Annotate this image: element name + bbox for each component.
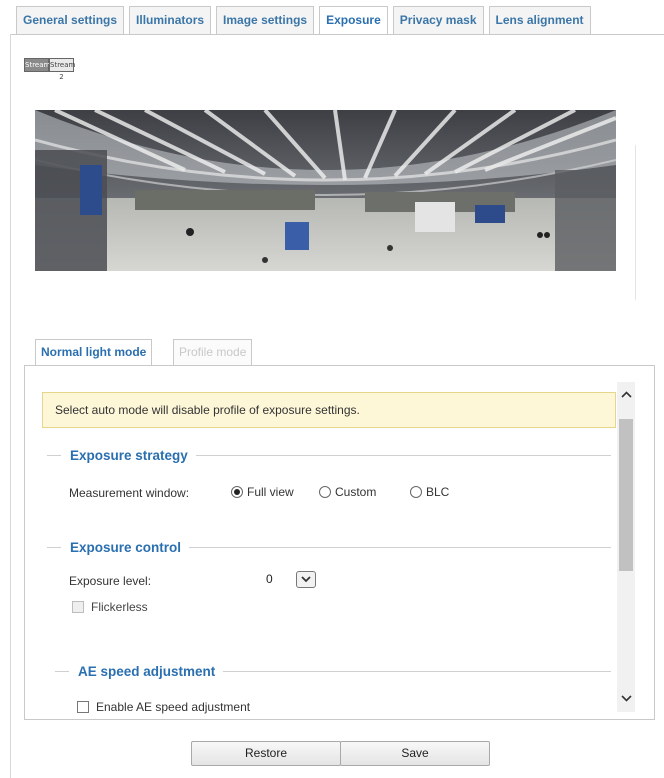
exposure-strategy-title: Exposure strategy bbox=[70, 448, 188, 463]
stream-selector: Stream 1 Stream 2 bbox=[24, 58, 75, 81]
enable-ae-speed-label: Enable AE speed adjustment bbox=[96, 700, 251, 714]
enable-ae-speed-box bbox=[77, 701, 89, 713]
save-button[interactable]: Save bbox=[340, 741, 490, 766]
flickerless-box bbox=[72, 601, 84, 613]
stream-1-button[interactable]: Stream 1 bbox=[24, 58, 50, 81]
tab-normal-light-mode[interactable]: Normal light mode bbox=[35, 339, 153, 366]
enable-ae-speed-checkbox[interactable]: Enable AE speed adjustment bbox=[77, 700, 250, 714]
ae-speed-header: AE speed adjustment bbox=[55, 664, 611, 679]
radio-full-view-label: Full view bbox=[247, 485, 294, 499]
stream-2-button[interactable]: Stream 2 bbox=[49, 58, 75, 81]
ae-speed-title: AE speed adjustment bbox=[78, 664, 216, 679]
flickerless-label: Flickerless bbox=[91, 600, 148, 614]
measurement-window-label: Measurement window: bbox=[69, 486, 190, 500]
radio-custom-label: Custom bbox=[335, 485, 377, 499]
settings-tabs: General settings Illuminators Image sett… bbox=[16, 6, 591, 35]
exposure-control-title: Exposure control bbox=[70, 540, 182, 555]
chevron-up-icon[interactable] bbox=[617, 386, 635, 402]
exposure-strategy-header: Exposure strategy bbox=[47, 448, 611, 463]
tab-illuminators[interactable]: Illuminators bbox=[129, 6, 212, 34]
flickerless-checkbox[interactable]: Flickerless bbox=[72, 600, 148, 614]
auto-mode-notice: Select auto mode will disable profile of… bbox=[42, 392, 616, 428]
radio-circle-custom bbox=[319, 486, 331, 498]
radio-full-view[interactable]: Full view bbox=[231, 485, 294, 499]
radio-blc[interactable]: BLC bbox=[410, 485, 449, 499]
restore-button[interactable]: Restore bbox=[191, 741, 341, 766]
page-frame-border bbox=[10, 34, 11, 778]
tab-privacy-mask[interactable]: Privacy mask bbox=[392, 6, 484, 34]
tab-general-settings[interactable]: General settings bbox=[16, 6, 125, 34]
preview-divider bbox=[635, 145, 636, 300]
exposure-settings-panel: Select auto mode will disable profile of… bbox=[24, 365, 655, 720]
tab-lens-alignment[interactable]: Lens alignment bbox=[488, 6, 591, 34]
tabs-divider bbox=[10, 34, 664, 35]
exposure-control-header: Exposure control bbox=[47, 540, 611, 555]
chevron-down-icon[interactable] bbox=[617, 690, 635, 706]
settings-scrollbar[interactable] bbox=[617, 382, 635, 712]
radio-circle-blc bbox=[410, 486, 422, 498]
exposure-level-label: Exposure level: bbox=[69, 574, 152, 588]
settings-scroll-area: Select auto mode will disable profile of… bbox=[35, 376, 644, 716]
radio-blc-label: BLC bbox=[426, 485, 450, 499]
live-view-preview bbox=[35, 110, 616, 271]
radio-custom[interactable]: Custom bbox=[319, 485, 376, 499]
tab-image-settings[interactable]: Image settings bbox=[216, 6, 315, 34]
tab-exposure[interactable]: Exposure bbox=[319, 6, 388, 35]
tab-profile-mode: Profile mode bbox=[173, 339, 253, 365]
scrollbar-thumb[interactable] bbox=[619, 419, 633, 571]
exposure-level-value: 0 bbox=[266, 572, 273, 586]
radio-circle-full-view bbox=[231, 486, 243, 498]
exposure-level-select[interactable]: 0 bbox=[262, 569, 316, 589]
chevron-down-icon bbox=[296, 570, 316, 588]
